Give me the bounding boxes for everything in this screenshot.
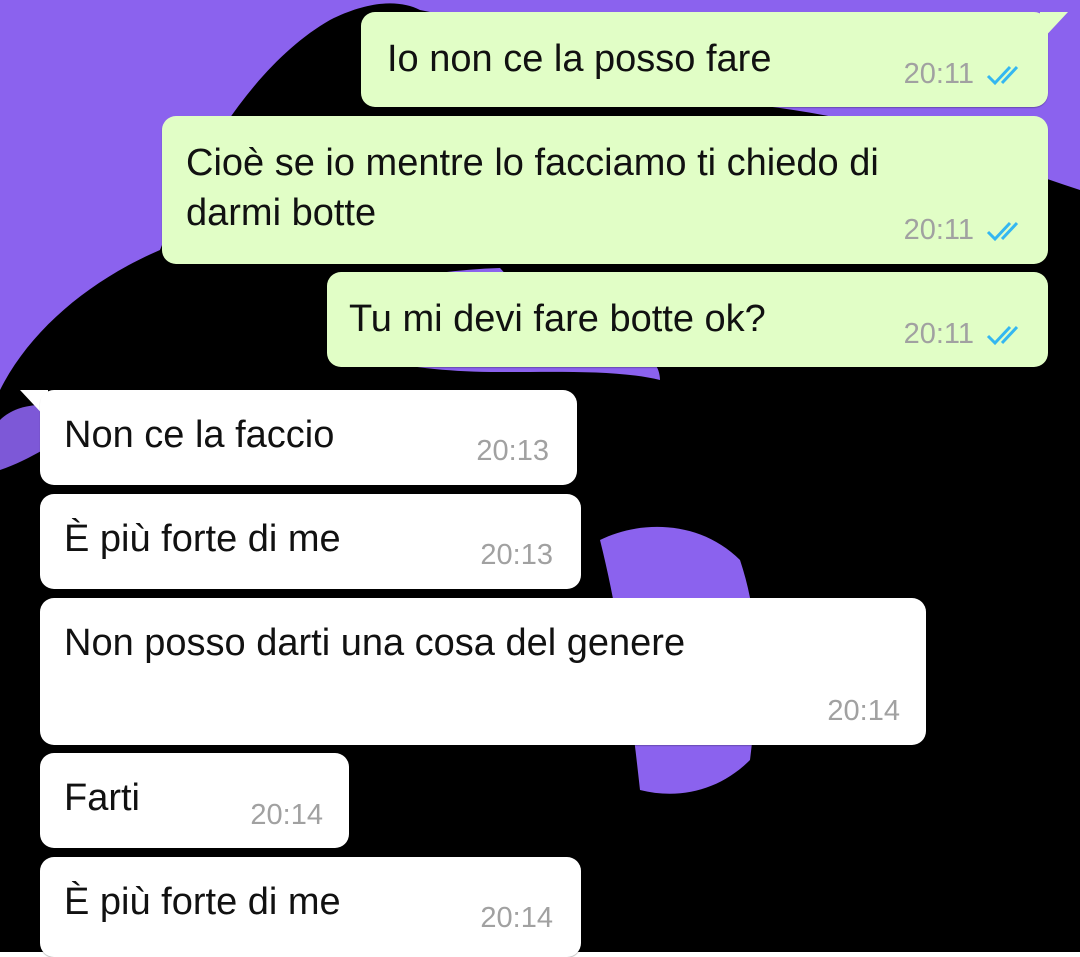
read-double-tick-icon <box>986 325 1019 345</box>
message-bubble-incoming[interactable]: Non posso darti una cosa del genere 20:1… <box>40 598 926 745</box>
message-bubble-outgoing[interactable]: Io non ce la posso fare 20:11 <box>361 12 1048 107</box>
message-meta: 20:14 <box>250 799 323 832</box>
message-bubble-outgoing[interactable]: Tu mi devi fare botte ok? 20:11 <box>327 272 1048 367</box>
message-bubble-incoming[interactable]: Non ce la faccio 20:13 <box>40 390 577 485</box>
message-text: È più forte di me <box>64 881 341 923</box>
message-meta: 20:11 <box>904 58 1026 91</box>
message-timestamp: 20:13 <box>480 539 553 571</box>
message-text: Farti <box>64 777 140 819</box>
message-bubble-incoming[interactable]: È più forte di me 20:14 <box>40 857 581 957</box>
message-meta: 20:11 <box>904 318 1026 351</box>
message-meta: 20:11 <box>904 214 1026 247</box>
message-timestamp: 20:11 <box>903 58 974 90</box>
message-text-line-1: Cioè se io mentre lo facciamo ti chiedo … <box>186 142 879 184</box>
message-meta: 20:14 <box>827 695 900 728</box>
message-text-line-2: darmi botte <box>186 192 377 234</box>
message-timestamp: 20:14 <box>827 695 900 727</box>
read-double-tick-icon <box>986 221 1019 241</box>
message-text: Io non ce la posso fare <box>387 38 772 80</box>
message-timestamp: 20:14 <box>480 902 553 934</box>
message-text: Non posso darti una cosa del genere <box>64 622 686 664</box>
message-bubble-incoming[interactable]: È più forte di me 20:13 <box>40 494 581 589</box>
message-text: Tu mi devi fare botte ok? <box>349 298 766 340</box>
message-meta: 20:13 <box>476 435 549 468</box>
message-bubble-incoming[interactable]: Farti 20:14 <box>40 753 349 848</box>
read-double-tick-icon <box>986 65 1019 85</box>
message-meta: 20:14 <box>480 902 553 935</box>
message-timestamp: 20:13 <box>476 435 549 467</box>
message-timestamp: 20:11 <box>903 214 974 246</box>
message-meta: 20:13 <box>480 539 553 572</box>
bubble-tail-outgoing <box>1040 12 1068 42</box>
message-timestamp: 20:14 <box>250 799 323 831</box>
message-timestamp: 20:11 <box>903 318 974 350</box>
message-text: Non ce la faccio <box>64 414 335 456</box>
message-bubble-outgoing[interactable]: Cioè se io mentre lo facciamo ti chiedo … <box>162 116 1048 264</box>
message-text: È più forte di me <box>64 518 341 560</box>
